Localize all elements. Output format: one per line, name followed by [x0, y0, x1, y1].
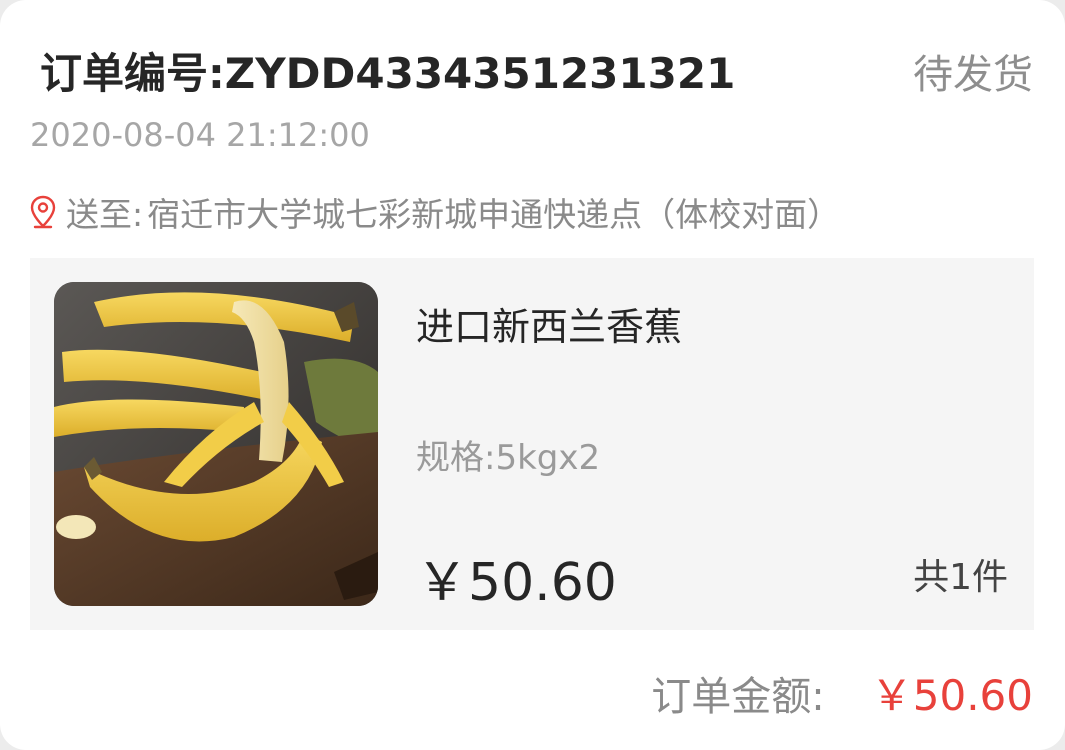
order-total-row: 订单金额: ￥50.60	[651, 662, 1033, 723]
banana-photo-icon[interactable]	[54, 282, 378, 606]
product-price: ￥50.60	[416, 553, 617, 613]
product-spec: 规格:5kgx2	[416, 438, 601, 478]
address-text: 宿迁市大学城七彩新城申通快递点（体校对面）	[147, 195, 841, 234]
order-card[interactable]: 订单编号:ZYDD4334351231321 待发货 2020-08-04 21…	[0, 0, 1065, 750]
address-prefix: 送至:	[66, 195, 144, 234]
order-total-value: ￥50.60	[870, 671, 1033, 720]
order-total-label: 订单金额:	[651, 674, 825, 720]
product-name: 进口新西兰香蕉	[416, 305, 683, 349]
delivery-address: 送至: 宿迁市大学城七彩新城申通快递点（体校对面）	[30, 188, 840, 236]
location-pin-icon	[30, 195, 56, 229]
order-time: 2020-08-04 21:12:00	[30, 116, 370, 154]
product-item[interactable]: 进口新西兰香蕉 规格:5kgx2 ￥50.60 共1件	[30, 258, 1034, 630]
product-quantity: 共1件	[913, 557, 1008, 598]
order-status: 待发货	[913, 52, 1033, 98]
order-number: 订单编号:ZYDD4334351231321	[40, 49, 736, 98]
